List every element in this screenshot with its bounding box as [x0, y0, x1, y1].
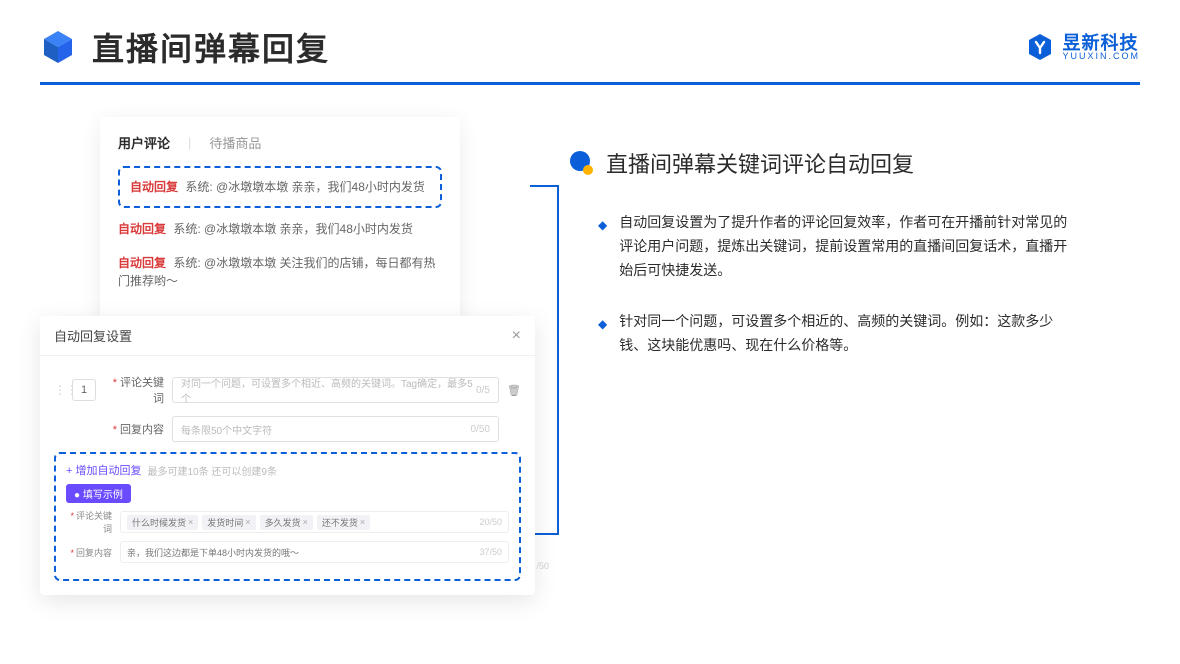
delete-icon[interactable]: 🗑 — [507, 384, 521, 397]
tab-pending-products[interactable]: 待播商品 — [209, 133, 261, 152]
brand-name-en: YUUXIN.COM — [1062, 52, 1140, 61]
brand-name-cn: 昱新科技 — [1062, 34, 1140, 52]
form-row-keyword: ⋮⋮ 1 *评论关键词 对同一个问题，可设置多个相近、高频的关键词。Tag确定，… — [54, 374, 521, 406]
reply-input[interactable]: 每条限50个中文字符 0/50 — [172, 416, 499, 442]
chat-bubble-icon — [568, 150, 594, 176]
comment-row: 自动回复 系统: @冰墩墩本墩 亲亲，我们48小时内发货 — [118, 212, 442, 246]
diamond-bullet-icon: ◆ — [598, 215, 607, 282]
auto-reply-tag: 自动回复 — [130, 180, 178, 194]
tab-user-comments[interactable]: 用户评论 — [118, 133, 170, 152]
keyword-input[interactable]: 对同一个问题，可设置多个相近、高频的关键词。Tag确定，最多5个 0/5 — [172, 377, 499, 403]
reply-counter: 0/50 — [471, 424, 490, 435]
bullet-item: ◆ 自动回复设置为了提升作者的评论回复效率，作者可在开播前针对常见的评论用户问题… — [568, 211, 1140, 282]
example-section: + 增加自动回复 最多可建10条 还可以创建9条 ● 填写示例 *评论关键词 什… — [54, 452, 521, 581]
ex-reply-label: 回复内容 — [76, 548, 112, 558]
order-number: 1 — [72, 379, 96, 401]
close-icon[interactable]: × — [512, 327, 521, 345]
bullet-item: ◆ 针对同一个问题，可设置多个相近的、高频的关键词。例如：这款多少钱、这块能优惠… — [568, 310, 1140, 358]
ghost-counter: /50 — [536, 561, 549, 571]
page-header: 直播间弹幕回复 昱新科技 YUUXIN.COM — [0, 0, 1180, 82]
add-auto-reply-link[interactable]: + 增加自动回复 最多可建10条 还可以创建9条 — [66, 462, 509, 478]
right-column: 直播间弹幕关键词评论自动回复 ◆ 自动回复设置为了提升作者的评论回复效率，作者可… — [568, 117, 1140, 595]
tab-divider: | — [188, 135, 191, 150]
comment-text: 系统: @冰墩墩本墩 亲亲，我们48小时内发货 — [185, 180, 425, 194]
keyword-chip[interactable]: 什么时候发货× — [127, 515, 198, 530]
settings-card: 自动回复设置 × ⋮⋮ 1 *评论关键词 对同一个问题，可设置多个相近、高频的关… — [40, 316, 535, 595]
reply-label: 回复内容 — [120, 424, 164, 436]
drag-handle-icon[interactable]: ⋮⋮ — [54, 383, 64, 397]
form-row-reply: *回复内容 每条限50个中文字符 0/50 — [54, 416, 521, 442]
brand-mark-icon — [1026, 33, 1054, 61]
left-column: 用户评论 | 待播商品 自动回复 系统: @冰墩墩本墩 亲亲，我们48小时内发货… — [40, 117, 540, 595]
reply-placeholder: 每条限50个中文字符 — [181, 422, 272, 437]
ex-reply-counter: 37/50 — [479, 547, 502, 557]
example-reply-row: *回复内容 亲，我们这边都是下单48小时内发货的哦～ 37/50 — [66, 541, 509, 563]
keyword-counter: 0/5 — [476, 385, 490, 396]
add-hint: 最多可建10条 还可以创建9条 — [147, 463, 276, 478]
diamond-bullet-icon: ◆ — [598, 314, 607, 358]
ex-keyword-label: 评论关键词 — [76, 511, 112, 534]
settings-title: 自动回复设置 — [54, 326, 132, 345]
keyword-chip[interactable]: 发货时间× — [202, 515, 255, 530]
ex-keyword-input[interactable]: 什么时候发货× 发货时间× 多久发货× 还不发货× 20/50 — [120, 511, 509, 533]
comment-text: 系统: @冰墩墩本墩 亲亲，我们48小时内发货 — [173, 222, 413, 236]
section-header: 直播间弹幕关键词评论自动回复 — [568, 147, 1140, 179]
ex-keyword-counter: 20/50 — [479, 517, 502, 527]
comment-card: 用户评论 | 待播商品 自动回复 系统: @冰墩墩本墩 亲亲，我们48小时内发货… — [100, 117, 460, 332]
keyword-chip[interactable]: 还不发货× — [317, 515, 370, 530]
comment-tabs: 用户评论 | 待播商品 — [118, 133, 442, 152]
example-keyword-row: *评论关键词 什么时候发货× 发货时间× 多久发货× 还不发货× 20/50 — [66, 509, 509, 535]
bullet-text: 针对同一个问题，可设置多个相近的、高频的关键词。例如：这款多少钱、这块能优惠吗、… — [619, 310, 1079, 358]
example-badge: ● 填写示例 — [66, 484, 131, 503]
header-left: 直播间弹幕回复 — [40, 24, 330, 70]
keyword-placeholder: 对同一个问题，可设置多个相近、高频的关键词。Tag确定，最多5个 — [181, 375, 476, 405]
ex-reply-text: 亲，我们这边都是下单48小时内发货的哦～ — [127, 546, 299, 559]
highlighted-comment: 自动回复 系统: @冰墩墩本墩 亲亲，我们48小时内发货 — [118, 166, 442, 208]
ex-reply-input[interactable]: 亲，我们这边都是下单48小时内发货的哦～ 37/50 — [120, 541, 509, 563]
keyword-label: 评论关键词 — [120, 377, 164, 405]
cube-icon — [40, 29, 76, 65]
auto-reply-tag: 自动回复 — [118, 222, 166, 236]
settings-header: 自动回复设置 × — [40, 316, 535, 356]
keyword-chip[interactable]: 多久发货× — [260, 515, 313, 530]
page-title: 直播间弹幕回复 — [92, 24, 330, 70]
bullet-text: 自动回复设置为了提升作者的评论回复效率，作者可在开播前针对常见的评论用户问题，提… — [619, 211, 1079, 282]
comment-row: 自动回复 系统: @冰墩墩本墩 关注我们的店铺，每日都有热门推荐哟～ — [118, 246, 442, 298]
section-title: 直播间弹幕关键词评论自动回复 — [606, 147, 914, 179]
brand-logo: 昱新科技 YUUXIN.COM — [1026, 33, 1140, 61]
auto-reply-tag: 自动回复 — [118, 256, 166, 270]
